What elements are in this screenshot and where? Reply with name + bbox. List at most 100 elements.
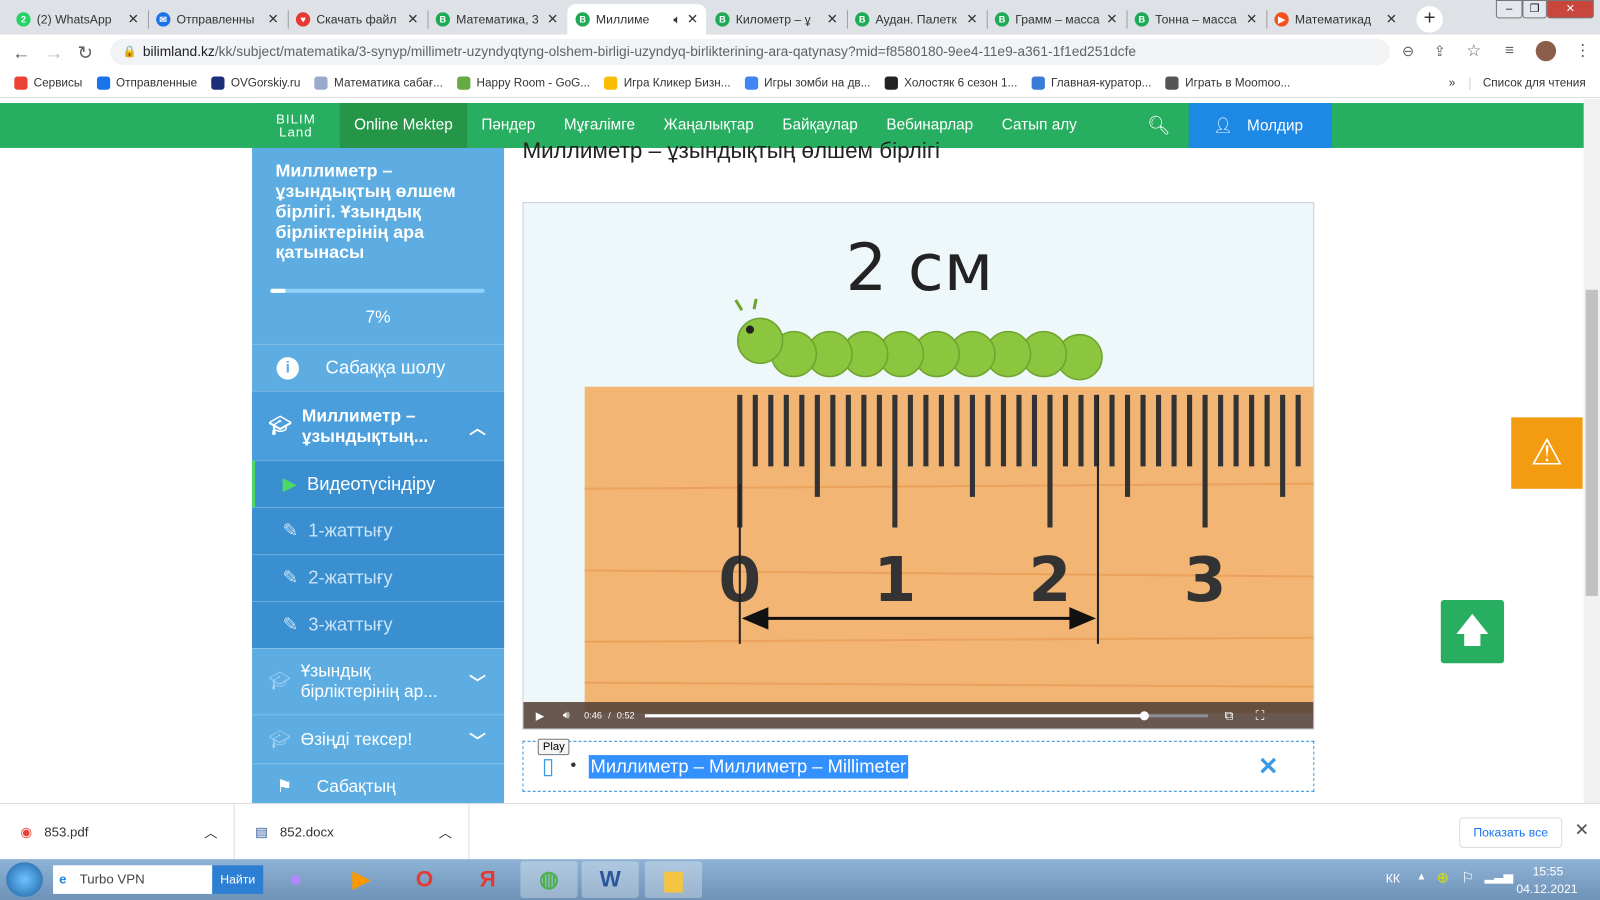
zoom-icon[interactable]: ⊖	[1402, 43, 1414, 60]
browser-tab[interactable]: B Тонна – масса ✕	[1127, 4, 1266, 35]
browser-tab[interactable]: B Аудан. Палетк ✕	[847, 4, 986, 35]
bookmark-item[interactable]: Сервисы	[14, 76, 82, 90]
close-tab-icon[interactable]: ✕	[1246, 11, 1257, 27]
media-control-icon[interactable]: ≡	[1505, 42, 1514, 59]
user-button[interactable]: 👤︎ Молдир	[1188, 103, 1332, 148]
bookmark-item[interactable]: Главная-куратор...	[1031, 76, 1151, 90]
chevron-up-icon[interactable]: ︿	[439, 822, 452, 841]
taskbar-yandex-icon[interactable]: Я	[459, 861, 516, 898]
search-icon[interactable]: 🔍︎	[1129, 115, 1189, 136]
sidebar-item-exercise-2[interactable]: ✎ 2-жаттығу	[252, 554, 505, 602]
scrollbar-thumb[interactable]	[1585, 289, 1598, 596]
bilimland-logo[interactable]: BILIM Land	[252, 112, 340, 139]
browser-tab[interactable]: ✉ Отправленны ✕	[148, 4, 287, 35]
sidebar-section-self-check[interactable]: 🎓︎ Өзіңді тексер! ﹀	[252, 714, 505, 763]
taskbar-opera-icon[interactable]: O	[396, 861, 453, 898]
sidebar-item-exercise-3[interactable]: ✎ 3-жаттығу	[252, 601, 505, 648]
report-warning-button[interactable]: ⚠	[1511, 417, 1583, 489]
browser-tab[interactable]: B Миллиме 🔈︎ ✕	[567, 4, 707, 35]
tab-title: Миллиме	[595, 12, 650, 27]
more-bookmarks-button[interactable]: »	[1449, 77, 1456, 89]
bilimland-icon: B	[575, 12, 590, 27]
nav-item[interactable]: Online Mektep	[339, 103, 468, 148]
sidebar-section-units[interactable]: 🎓︎ Ұзындық бірліктерінің ар... ﹀	[252, 647, 505, 714]
chrome-pdf-icon: ◉	[20, 823, 32, 840]
taskbar-word-icon[interactable]: W	[581, 861, 639, 898]
close-downloads-icon[interactable]: ✕	[1574, 820, 1589, 840]
sidebar-item-overview[interactable]: i Сабаққа шолу	[252, 343, 505, 391]
sidebar-section-summary[interactable]: ⚑ Сабақтың	[252, 763, 505, 803]
bookmark-favicon-icon	[457, 76, 471, 90]
tray-arrow-icon[interactable]: ▲	[1416, 871, 1426, 882]
close-tab-icon[interactable]: ✕	[407, 11, 418, 27]
flag-icon: ⚑	[276, 776, 293, 796]
action-center-flag-icon[interactable]: ⚐	[1461, 869, 1474, 886]
taskbar-explorer-icon[interactable]: ▆	[644, 861, 703, 898]
scroll-to-top-button[interactable]: 🡅	[1440, 599, 1505, 664]
show-all-button[interactable]: Показать все	[1459, 817, 1563, 848]
volume-icon[interactable]: 🔊︎	[563, 709, 570, 722]
browser-tab[interactable]: B Километр – ұ ✕	[707, 4, 846, 35]
forward-icon[interactable]: →	[45, 43, 63, 64]
close-icon[interactable]: ✕	[1258, 752, 1279, 782]
browser-tab[interactable]: 2 (2) WhatsApp ✕	[8, 4, 147, 35]
language-indicator[interactable]: КК	[1386, 871, 1400, 885]
address-bar[interactable]: 🔒 bilimland.kz/kk/subject/matematika/3-s…	[110, 38, 1390, 66]
close-tab-icon[interactable]: ✕	[966, 11, 977, 27]
sidebar-item-exercise-1[interactable]: ✎ 1-жаттығу	[252, 507, 505, 555]
close-tab-icon[interactable]: ✕	[128, 11, 139, 27]
download-item[interactable]: ▤ 852.docx ︿	[235, 804, 470, 861]
bookmark-item[interactable]: Игра Кликер Бизн...	[604, 76, 730, 90]
maximize-button[interactable]: ❐	[1522, 0, 1547, 19]
seek-bar[interactable]	[644, 710, 1209, 720]
taskbar-chrome-icon[interactable]: ◍	[520, 861, 578, 898]
video-player[interactable]: 0123 2 см ▶ 🔊︎ 0:46 / 0:52 ⧉ ⛶	[522, 202, 1315, 730]
browser-tab[interactable]: B Грамм – масса ✕	[987, 4, 1126, 35]
browser-tab[interactable]: ▶ Математикад ✕	[1266, 4, 1405, 35]
bookmark-item[interactable]: Игры зомби на дв...	[744, 76, 870, 90]
reload-icon[interactable]: ↻	[78, 43, 93, 64]
sidebar-item-video[interactable]: ▶ Видеотүсіндіру	[252, 460, 505, 508]
edit-icon: ✎	[282, 520, 299, 541]
chevron-up-icon[interactable]: ︿	[204, 822, 217, 841]
bookmark-item[interactable]: Холостяк 6 сезон 1...	[884, 76, 1017, 90]
bookmark-star-icon[interactable]: ☆	[1466, 41, 1481, 61]
bookmark-item[interactable]: Happy Room - GoG...	[457, 76, 590, 90]
browser-tab[interactable]: B Математика, 3 ✕	[428, 4, 567, 35]
close-tab-icon[interactable]: ✕	[827, 11, 838, 27]
close-tab-icon[interactable]: ✕	[1106, 11, 1117, 27]
taskbar-app-icon[interactable]: ●	[267, 861, 324, 898]
sidebar-section-millimeter[interactable]: 🎓︎ Миллиметр – ұзындықтың... ︿	[252, 390, 505, 461]
download-item[interactable]: ◉ 853.pdf ︿	[0, 804, 235, 861]
profile-avatar[interactable]	[1535, 40, 1557, 62]
close-window-button[interactable]: ✕	[1546, 0, 1594, 19]
pip-icon[interactable]: ⧉	[1224, 708, 1233, 723]
taskbar-search-input[interactable]: e Turbo VPN	[53, 865, 213, 894]
page-scrollbar[interactable]	[1583, 98, 1600, 804]
fullscreen-icon[interactable]: ⛶	[1256, 708, 1265, 723]
back-icon[interactable]: ←	[12, 43, 30, 64]
taskbar-media-icon[interactable]: ▶	[333, 861, 390, 898]
reading-list-button[interactable]: Список для чтения	[1469, 77, 1586, 90]
bookmark-item[interactable]: Играть в Moomoo...	[1165, 76, 1290, 90]
seek-handle[interactable]	[1139, 710, 1149, 720]
close-tab-icon[interactable]: ✕	[267, 11, 278, 27]
tray-app-icon[interactable]: ⊕	[1437, 869, 1449, 886]
new-tab-button[interactable]: +	[1416, 6, 1443, 33]
nav-item[interactable]: Сатып алу	[987, 103, 1091, 148]
bookmark-item[interactable]: Математика сабағ...	[314, 76, 443, 90]
start-button[interactable]	[6, 862, 43, 897]
bookmark-item[interactable]: Отправленные	[96, 76, 197, 90]
menu-icon[interactable]: ⋮	[1574, 41, 1590, 61]
close-tab-icon[interactable]: ✕	[1386, 11, 1397, 27]
browser-tab[interactable]: ♥ Скачать файл ✕	[288, 4, 427, 35]
share-icon[interactable]: ⇪	[1434, 43, 1446, 60]
network-icon[interactable]: ▂▃▅	[1485, 869, 1513, 883]
close-tab-icon[interactable]: ✕	[687, 11, 698, 27]
audio-icon[interactable]: 🔈︎	[673, 12, 680, 27]
close-tab-icon[interactable]: ✕	[547, 11, 558, 27]
bookmark-item[interactable]: OVGorskiy.ru	[211, 76, 300, 90]
taskbar-search-button[interactable]: Найти	[212, 865, 264, 894]
play-button[interactable]: ▶	[536, 709, 545, 722]
minimize-button[interactable]: –	[1495, 0, 1523, 19]
